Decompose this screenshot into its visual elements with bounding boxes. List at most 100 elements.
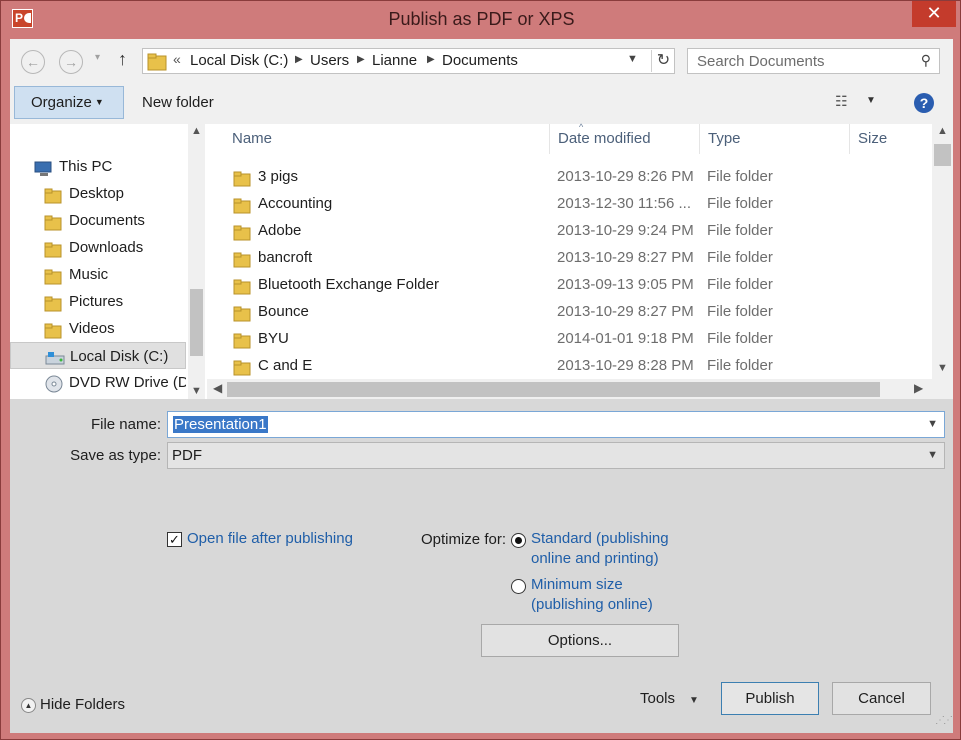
up-button[interactable]: ↑ <box>118 49 127 70</box>
file-row[interactable]: Bounce 2013-10-29 8:27 PM File folder <box>207 298 927 325</box>
sidebar-item-label: Videos <box>69 320 115 337</box>
publish-dialog: P Publish as PDF or XPS ✕ ← → ▾ ↑ « Loca… <box>0 0 961 740</box>
address-bar[interactable]: « Local Disk (C:) ▶ Users ▶ Lianne ▶ Doc… <box>142 48 675 74</box>
hide-folders-button[interactable]: ▲ Hide Folders <box>21 696 125 713</box>
chevron-right-icon[interactable]: ▶ <box>295 54 303 65</box>
breadcrumb-documents[interactable]: Documents <box>442 52 518 69</box>
open-after-checkbox[interactable]: ✓ <box>167 532 182 547</box>
file-name: Bounce <box>258 303 309 320</box>
optimize-minimum-label[interactable]: Minimum size (publishing online) <box>531 575 653 615</box>
column-header-type[interactable]: Type <box>700 124 850 154</box>
new-folder-button[interactable]: New folder <box>142 94 214 111</box>
optimize-standard-label[interactable]: Standard (publishing online and printing… <box>531 529 669 569</box>
scrollbar-thumb[interactable] <box>934 144 951 166</box>
file-row[interactable]: C and E 2013-10-29 8:28 PM File folder <box>207 352 927 379</box>
recent-locations-button[interactable]: ▾ <box>95 52 100 63</box>
organize-label: Organize <box>31 94 92 111</box>
scroll-right-icon[interactable]: ▶ <box>914 381 923 395</box>
save-type-select[interactable]: PDF ▼ <box>167 442 945 469</box>
chevron-down-icon[interactable]: ▼ <box>927 449 938 461</box>
breadcrumb-users[interactable]: Users <box>310 52 349 69</box>
sidebar-item[interactable]: Desktop <box>10 180 186 207</box>
chevron-right-icon[interactable]: ▶ <box>427 54 435 65</box>
cancel-button[interactable]: Cancel <box>832 682 931 715</box>
chevron-right-icon[interactable]: ▶ <box>357 54 365 65</box>
search-input[interactable]: Search Documents ⚲ <box>687 48 940 74</box>
search-icon[interactable]: ⚲ <box>921 52 931 69</box>
file-row[interactable]: Adobe 2013-10-29 9:24 PM File folder <box>207 217 927 244</box>
file-row[interactable]: 3 pigs 2013-10-29 8:26 PM File folder <box>207 163 927 190</box>
file-date: 2013-10-29 8:27 PM <box>557 249 694 266</box>
refresh-button[interactable]: ↻ <box>651 50 675 72</box>
file-date: 2013-10-29 8:27 PM <box>557 303 694 320</box>
sidebar-item[interactable]: Music <box>10 261 186 288</box>
file-type: File folder <box>707 195 773 212</box>
sidebar-item-label: This PC <box>59 158 113 175</box>
sidebar-item[interactable]: Videos <box>10 315 186 342</box>
file-row[interactable]: BYU 2014-01-01 9:18 PM File folder <box>207 325 927 352</box>
sidebar-item[interactable]: DVD RW Drive (D <box>10 369 186 396</box>
file-date: 2013-12-30 11:56 ... <box>557 195 691 212</box>
sidebar-item[interactable]: Pictures <box>10 288 186 315</box>
drive-icon <box>45 349 65 368</box>
publish-button[interactable]: Publish <box>721 682 819 715</box>
sidebar-item[interactable]: This PC <box>10 153 186 180</box>
file-list-vertical-scrollbar[interactable]: ▲ ▼ <box>932 124 953 379</box>
sidebar-item[interactable]: Local Disk (C:) <box>10 342 186 369</box>
file-list[interactable]: ^ Name Date modified Type Size 3 pigs 201… <box>207 122 953 399</box>
file-row[interactable]: bancroft 2013-10-29 8:27 PM File folder <box>207 244 927 271</box>
breadcrumb-local-disk[interactable]: Local Disk (C:) <box>190 52 288 69</box>
back-button[interactable]: ← <box>21 50 45 74</box>
scroll-down-icon[interactable]: ▼ <box>191 385 202 397</box>
sidebar-item-label: Documents <box>69 212 145 229</box>
sidebar-item-label: Local Disk (C:) <box>70 348 169 365</box>
scroll-left-icon[interactable]: ◀ <box>213 381 222 395</box>
help-button[interactable]: ? <box>914 93 934 113</box>
chevron-down-icon: ▼ <box>94 97 104 107</box>
column-header-size[interactable]: Size <box>850 124 930 154</box>
navigation-scrollbar[interactable]: ▲ ▼ <box>188 124 205 399</box>
scroll-up-icon[interactable]: ▲ <box>191 125 202 137</box>
breadcrumb-overflow[interactable]: « <box>173 51 181 67</box>
organize-button[interactable]: Organize ▼ <box>14 86 124 119</box>
folder-icon <box>44 294 62 315</box>
tools-button[interactable]: Tools ▼ <box>640 690 699 707</box>
title-bar[interactable]: P Publish as PDF or XPS ✕ <box>1 1 960 39</box>
open-after-label[interactable]: Open file after publishing <box>187 529 353 549</box>
resize-grip-icon[interactable]: ⋰⋰ <box>935 715 953 726</box>
close-button[interactable]: ✕ <box>912 1 956 27</box>
optimize-standard-line2: online and printing) <box>531 550 659 567</box>
file-row[interactable]: Bluetooth Exchange Folder 2013-09-13 9:05… <box>207 271 927 298</box>
view-options-icon[interactable]: ☷ <box>835 93 848 110</box>
file-row[interactable]: Accounting 2013-12-30 11:56 ... File folde… <box>207 190 927 217</box>
optimize-minimum-line1: Minimum size <box>531 576 623 593</box>
file-name-field[interactable]: Presentation1 ▼ <box>167 411 945 438</box>
options-button[interactable]: Options... <box>481 624 679 657</box>
optimize-label: Optimize for: <box>420 531 506 548</box>
breadcrumb-lianne[interactable]: Lianne <box>372 52 417 69</box>
chevron-down-icon[interactable]: ▼ <box>627 53 638 65</box>
file-name: BYU <box>258 330 289 347</box>
file-type: File folder <box>707 249 773 266</box>
column-header-date[interactable]: Date modified <box>550 124 700 154</box>
navigation-pane[interactable]: This PC Desktop Documents Downloads Music Pic… <box>10 124 188 399</box>
sidebar-item[interactable]: Documents <box>10 207 186 234</box>
optimize-standard-radio[interactable] <box>511 533 526 548</box>
sidebar-item[interactable]: Downloads <box>10 234 186 261</box>
chevron-down-icon[interactable]: ▼ <box>927 418 938 430</box>
scrollbar-thumb[interactable] <box>190 289 203 356</box>
save-type-label: Save as type: <box>70 447 161 464</box>
file-name-value[interactable]: Presentation1 <box>173 416 268 433</box>
file-name: Accounting <box>258 195 333 212</box>
file-list-horizontal-scrollbar[interactable]: ◀ ▶ <box>207 379 932 399</box>
dialog-client: ← → ▾ ↑ « Local Disk (C:) ▶ Users ▶ Lian… <box>10 39 953 733</box>
scroll-up-icon[interactable]: ▲ <box>937 125 948 137</box>
column-header-name[interactable]: Name <box>224 124 550 154</box>
scrollbar-thumb[interactable] <box>227 382 880 397</box>
optimize-minimum-radio[interactable] <box>511 579 526 594</box>
browser-area: This PC Desktop Documents Downloads Music Pic… <box>10 122 953 399</box>
scroll-down-icon[interactable]: ▼ <box>937 362 948 374</box>
forward-button[interactable]: → <box>59 50 83 74</box>
chevron-down-icon[interactable]: ▼ <box>866 95 876 106</box>
folder-icon <box>147 53 167 71</box>
